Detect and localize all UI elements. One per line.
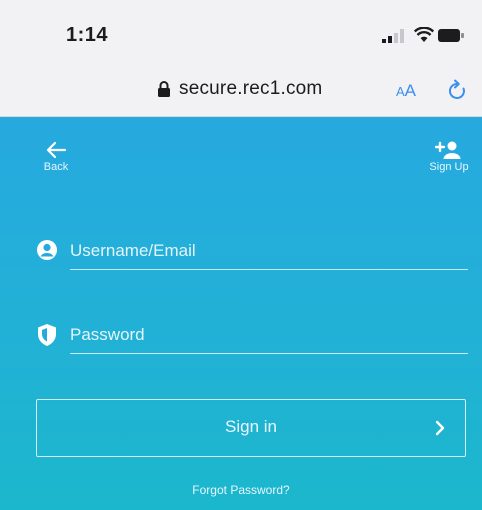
sign-up-button[interactable]: Sign Up	[418, 141, 480, 181]
status-time: 1:14	[66, 24, 109, 46]
status-icons	[382, 25, 464, 45]
username-input[interactable]	[70, 233, 468, 270]
address-bar[interactable]: secure.rec1.com AA	[0, 70, 482, 110]
shield-icon	[38, 324, 56, 346]
lock-icon	[158, 81, 170, 97]
password-input[interactable]	[70, 317, 468, 354]
sign-up-label: Sign Up	[429, 161, 469, 173]
arrow-left-icon	[46, 141, 67, 159]
url-text[interactable]: secure.rec1.com	[179, 78, 322, 100]
reload-icon	[448, 79, 465, 99]
text-size-large-label: A	[404, 81, 417, 100]
user-circle-icon	[37, 240, 57, 260]
screen: 1:14 secure.rec1.com AA Back Sign Up Use…	[0, 0, 482, 510]
login-panel: Back Sign Up Sig	[0, 117, 482, 510]
text-size-small-label: A	[396, 84, 405, 99]
username-field	[36, 233, 468, 273]
sign-in-label: Sign in	[225, 417, 277, 436]
back-button[interactable]: Back	[36, 141, 76, 181]
reload-button[interactable]	[444, 78, 470, 104]
password-field	[36, 317, 468, 357]
browser-chrome: 1:14 secure.rec1.com AA	[0, 0, 482, 117]
sign-in-button[interactable]: Sign in	[36, 399, 466, 457]
text-size-button[interactable]: AA	[396, 79, 436, 103]
back-label: Back	[43, 161, 69, 173]
battery-icon	[438, 29, 464, 42]
add-user-icon	[435, 141, 461, 159]
signal-icon	[382, 29, 404, 43]
forgot-password-link[interactable]: Forgot Password?	[0, 483, 482, 497]
chevron-right-icon	[435, 420, 445, 436]
wifi-icon	[414, 27, 434, 42]
